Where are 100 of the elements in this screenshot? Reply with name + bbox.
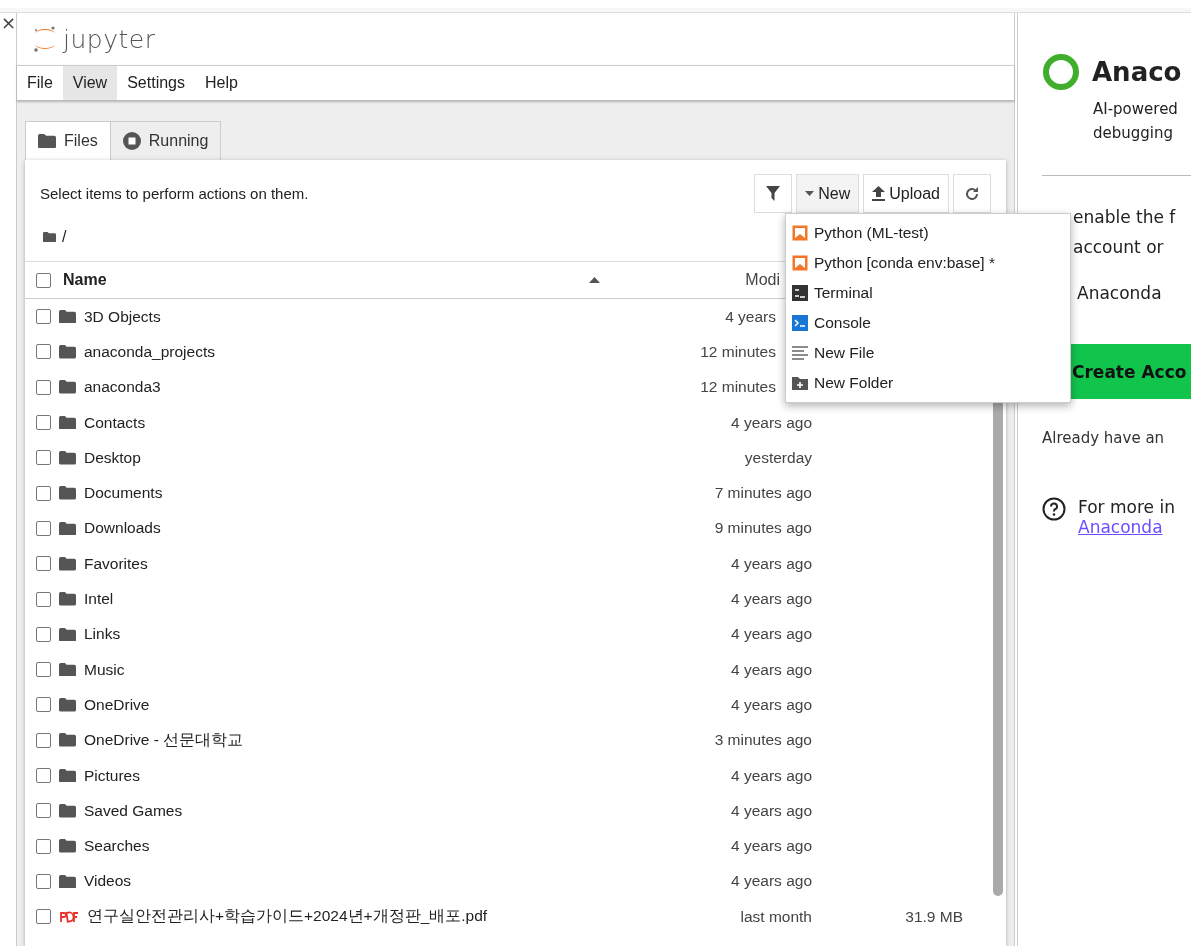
jupyter-logo-icon: [33, 25, 57, 53]
row-checkbox[interactable]: [36, 626, 51, 642]
size-cell-text: 31.9 MB: [904, 907, 963, 926]
file-name-link[interactable]: Music: [84, 660, 125, 679]
folder-icon: [59, 486, 76, 500]
info-text: For more in: [1078, 497, 1175, 517]
anaconda-link[interactable]: Anaconda: [1078, 517, 1175, 537]
row-checkbox[interactable]: [36, 803, 51, 819]
modified-cell-text: 4 years ago: [730, 801, 812, 820]
modified-cell-text: 4 years ago: [730, 413, 812, 432]
file-name-link[interactable]: OneDrive - 선문대학교: [84, 729, 244, 751]
row-checkbox[interactable]: [36, 873, 51, 889]
modified-cell-text: 7 minutes ago: [713, 484, 812, 503]
folder-icon: [59, 874, 76, 889]
text-file-icon: [792, 346, 808, 360]
row-checkbox[interactable]: [36, 556, 51, 572]
menu-item[interactable]: Python (ML-test): [786, 218, 1070, 248]
file-name-link[interactable]: Videos: [84, 872, 132, 891]
folder-icon: [59, 804, 76, 818]
folder-icon: [59, 521, 76, 536]
row-checkbox[interactable]: [36, 450, 51, 466]
row-checkbox[interactable]: [36, 768, 51, 783]
file-name-link[interactable]: anaconda3: [84, 378, 161, 397]
menu-item[interactable]: Help: [195, 66, 248, 100]
file-name-link[interactable]: Saved Games: [84, 801, 183, 820]
column-header[interactable]: Modi: [745, 271, 780, 289]
close-button[interactable]: ×: [1, 13, 17, 33]
modified-cell-text: 4 years ago: [730, 872, 812, 891]
modified-cell-text: 4 years: [724, 307, 776, 326]
row-checkbox[interactable]: [36, 485, 51, 501]
menu-item[interactable]: Settings: [117, 66, 195, 100]
row-checkbox[interactable]: [36, 309, 51, 325]
column-header[interactable]: Name: [63, 271, 107, 289]
row-checkbox[interactable]: [36, 344, 51, 360]
folder-icon: [59, 733, 76, 747]
create-account-button[interactable]: Create Acco: [1070, 344, 1191, 399]
panel-title: Anaco: [1092, 57, 1182, 87]
menu-item[interactable]: Terminal: [786, 278, 1070, 308]
row-checkbox[interactable]: [36, 520, 51, 536]
pdf-icon: [59, 909, 79, 924]
row-checkbox[interactable]: [36, 838, 51, 854]
menu-item[interactable]: Console: [786, 308, 1070, 338]
file-name-link[interactable]: 연구실안전관리사+학습가이드+2024년+개정판_배포.pdf: [87, 906, 488, 928]
help-icon: [1042, 497, 1066, 521]
folder-icon: [59, 345, 76, 359]
menu-item[interactable]: View: [62, 66, 118, 100]
file-name-link[interactable]: Documents: [84, 484, 163, 503]
filter-button[interactable]: [754, 174, 793, 213]
modified-cell-text: 4 years ago: [730, 695, 812, 714]
subtitle-text: debugging: [1093, 123, 1175, 144]
upload-icon: [872, 186, 886, 201]
file-name-link[interactable]: anaconda_projects: [84, 342, 215, 361]
menu-item[interactable]: New File: [786, 338, 1070, 368]
hint-text: Select items to perform actions on them.: [40, 185, 310, 202]
modified-cell-text: 4 years ago: [730, 837, 812, 856]
row-checkbox[interactable]: [36, 732, 51, 748]
folder-icon: [59, 451, 76, 465]
row-checkbox[interactable]: [36, 415, 51, 431]
body-text: enable the f: [1073, 206, 1177, 229]
file-name-link[interactable]: Pictures: [84, 766, 140, 785]
file-name-link[interactable]: 3D Objects: [84, 307, 161, 326]
file-name-link[interactable]: Links: [84, 625, 121, 644]
funnel-icon: [766, 186, 781, 201]
file-name-link[interactable]: OneDrive: [84, 695, 150, 714]
file-name-link[interactable]: Searches: [84, 837, 150, 856]
sort-up-icon: [588, 277, 600, 283]
file-name-link[interactable]: Desktop: [84, 448, 141, 467]
modified-cell-text: 4 years ago: [730, 590, 812, 608]
console-icon: [792, 315, 808, 331]
refresh-button[interactable]: [953, 174, 991, 213]
file-name-link[interactable]: Favorites: [84, 554, 148, 573]
breadcrumb-link[interactable]: /: [62, 228, 67, 246]
modified-cell-text: 4 years ago: [730, 660, 812, 679]
menu-item[interactable]: Python [conda env:base] *: [786, 248, 1070, 278]
file-name-link[interactable]: Downloads: [84, 519, 161, 538]
notebook-icon: [792, 255, 808, 271]
notebook-icon: [792, 225, 808, 241]
body-text: Anaconda: [1077, 282, 1163, 305]
menu-item[interactable]: File: [17, 66, 63, 100]
file-name-link[interactable]: Contacts: [84, 413, 146, 432]
refresh-icon: [965, 186, 979, 201]
tab[interactable]: Running: [109, 121, 222, 160]
login-text: Already have an: [1042, 429, 1166, 447]
tab[interactable]: Files: [25, 121, 111, 160]
row-checkbox[interactable]: [36, 379, 51, 395]
modified-cell-text: 4 years ago: [730, 554, 812, 573]
row-checkbox[interactable]: [36, 591, 51, 607]
row-checkbox[interactable]: [36, 697, 51, 713]
jupyter-logo-text: jupyter: [63, 24, 156, 54]
new-dropdown-button[interactable]: New: [796, 174, 860, 213]
file-name-link[interactable]: Intel: [84, 590, 114, 608]
folder-icon: [59, 309, 76, 324]
row-checkbox[interactable]: [36, 662, 51, 678]
upload-button[interactable]: Upload: [863, 174, 949, 213]
select-all-checkbox[interactable]: [36, 272, 51, 288]
menu-item[interactable]: New Folder: [786, 368, 1070, 398]
new-folder-icon: [792, 376, 808, 390]
modified-cell-text: 4 years ago: [730, 625, 812, 644]
folder-icon: [59, 592, 76, 606]
row-checkbox[interactable]: [36, 909, 51, 925]
